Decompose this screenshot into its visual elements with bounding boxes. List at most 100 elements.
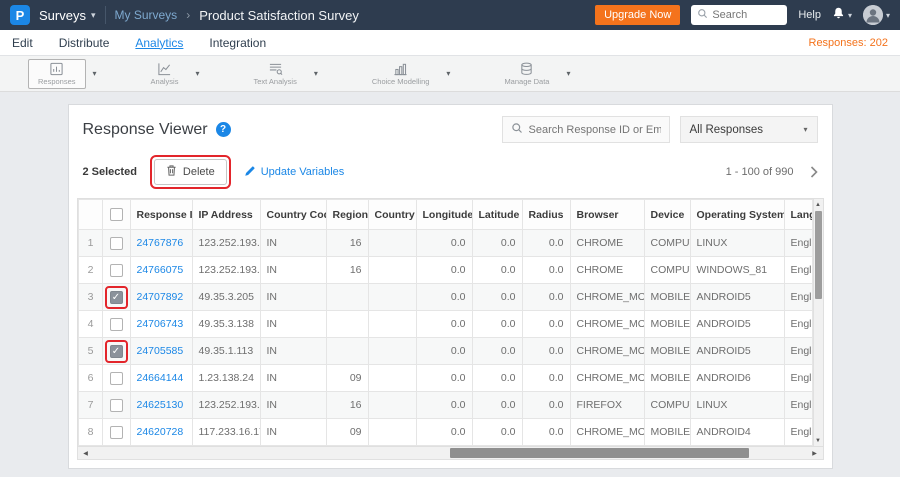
help-icon[interactable]: ?	[215, 122, 231, 137]
row-checkbox[interactable]	[109, 236, 123, 250]
horizontal-scrollbar[interactable]: ◀ ▶	[76, 447, 824, 460]
toolbar-item-choice-modelling[interactable]: Choice Modelling	[362, 59, 451, 89]
selected-count: 2 Selected	[82, 166, 137, 178]
tab-integration[interactable]: Integration	[209, 36, 266, 50]
update-variables-button[interactable]: Update Variables	[244, 165, 344, 180]
text-analysis-icon	[268, 62, 283, 76]
column-header[interactable]: Country Code	[259, 199, 327, 230]
notifications-menu[interactable]	[832, 6, 852, 25]
cell-lon: 0.0	[415, 283, 473, 311]
cell-lang: English	[783, 418, 813, 446]
app-logo[interactable]: P	[10, 5, 30, 25]
toolbar-item-text-analysis[interactable]: Text Analysis	[244, 59, 318, 89]
cell-browser: CHROME_MOBILE	[569, 337, 645, 365]
row-checkbox annotation-highlight[interactable]	[104, 339, 128, 363]
column-header[interactable]: Country	[367, 199, 417, 230]
cell-id[interactable]: 24766075	[129, 256, 193, 284]
help-link[interactable]: Help	[798, 9, 821, 21]
row-checkbox[interactable]	[109, 425, 123, 439]
scroll-down-icon[interactable]: ▼	[814, 435, 823, 446]
responses-filter-dropdown[interactable]: All Responses	[679, 116, 818, 143]
horizontal-scroll-thumb[interactable]	[450, 448, 750, 458]
tab-analytics[interactable]: Analytics	[135, 36, 183, 50]
cell-id[interactable]: 24625130	[129, 391, 193, 419]
table-row: 824620728117.233.16.177IN090.00.00.0CHRO…	[77, 418, 813, 446]
cell-ip: 117.233.16.177	[191, 418, 261, 446]
column-header[interactable]: Browser	[569, 199, 645, 230]
column-header[interactable]: IP Address	[191, 199, 261, 230]
column-header[interactable]: Latitude	[471, 199, 523, 230]
row-checkbox[interactable]	[109, 371, 123, 385]
user-menu[interactable]	[862, 5, 890, 25]
table-row: 4 24706743 49.35.3.138 IN 0.0 0.0 0.0 CHROME_MO…	[77, 310, 813, 338]
breadcrumb-my-surveys[interactable]: My Surveys	[115, 8, 178, 22]
column-header[interactable]: Longitude	[415, 199, 473, 230]
row-checkbox[interactable]	[109, 398, 123, 412]
row-checkbox annotation-highlight[interactable]	[104, 285, 128, 309]
scroll-left-icon[interactable]: ◀	[78, 447, 94, 459]
toolbar-item-analysis[interactable]: Analysis	[141, 59, 200, 89]
global-search-box[interactable]	[691, 5, 788, 25]
row-checkbox[interactable]	[109, 263, 123, 277]
table-row: 6 24664144 1.23.138.24 IN 09 0.0 0.0 0.0 CHROME_…	[77, 364, 813, 392]
toolbar-item-manage-data[interactable]: Manage Data	[494, 59, 570, 89]
select-all-header	[101, 199, 131, 230]
global-search-input[interactable]	[712, 9, 782, 21]
toolbar-item-responses[interactable]: Responses	[28, 58, 97, 89]
table-row: 724625130123.252.193.148IN160.00.00.0FIR…	[77, 391, 813, 419]
cell-browser: CHROME	[569, 256, 645, 284]
column-header[interactable]: Language	[783, 199, 813, 230]
tab-distribute[interactable]: Distribute	[59, 36, 110, 50]
cell-id[interactable]: 24767876	[129, 229, 193, 257]
cell-os: LINUX	[689, 391, 785, 419]
response-search-box[interactable]	[501, 116, 670, 143]
column-header[interactable]: Device	[643, 199, 691, 230]
checkbox-cell	[101, 418, 131, 446]
cell-id[interactable]: 24620728	[129, 418, 193, 446]
scroll-right-icon[interactable]: ▶	[807, 447, 823, 459]
vertical-scroll-track[interactable]	[814, 300, 823, 435]
row-checkbox[interactable]	[109, 317, 123, 331]
response-search-input[interactable]	[528, 123, 661, 136]
cell-device: MOBILE	[643, 283, 691, 311]
column-header[interactable]: Region	[325, 199, 369, 230]
vertical-scrollbar[interactable]: ▲ ▼	[812, 199, 823, 446]
column-header[interactable]: Response ID	[129, 199, 193, 230]
cell-id[interactable]: 24707892	[129, 283, 193, 311]
cell-device: COMPUTER	[643, 256, 691, 284]
cell-lon: 0.0	[415, 310, 473, 338]
table-header-row: Response IDIP AddressCountry CodeRegionC…	[77, 199, 813, 230]
column-header[interactable]: Radius	[521, 199, 571, 230]
upgrade-now-button[interactable]: Upgrade Now	[595, 5, 681, 25]
delete-button[interactable]: Delete	[153, 159, 227, 185]
chevron-down-icon[interactable]	[307, 69, 318, 78]
scroll-up-icon[interactable]: ▲	[814, 199, 823, 210]
cell-os: ANDROID5	[689, 310, 785, 338]
surveys-menu[interactable]: Surveys	[39, 8, 96, 23]
cell-region: 09	[325, 364, 369, 392]
cell-browser: FIREFOX	[569, 391, 645, 419]
cell-radius: 0.0	[521, 256, 571, 284]
chevron-down-icon[interactable]	[188, 69, 199, 78]
chevron-down-icon	[803, 125, 807, 134]
chevron-down-icon[interactable]	[439, 69, 450, 78]
cell-id[interactable]: 24705585	[129, 337, 193, 365]
column-header[interactable]: Operating System	[689, 199, 785, 230]
cell-id[interactable]: 24664144	[129, 364, 193, 392]
cell-id[interactable]: 24706743	[129, 310, 193, 338]
cell-ip: 49.35.3.138	[191, 310, 261, 338]
next-page-button[interactable]	[810, 166, 818, 178]
tab-edit[interactable]: Edit	[12, 36, 33, 50]
row-number: 3	[77, 283, 103, 311]
horizontal-scroll-track[interactable]	[94, 447, 807, 459]
vertical-scroll-thumb[interactable]	[814, 211, 822, 299]
chevron-down-icon[interactable]	[86, 69, 97, 78]
cell-os: ANDROID6	[689, 364, 785, 392]
checkbox-cell	[101, 229, 131, 257]
cell-browser: CHROME_MOBILE	[569, 364, 645, 392]
cell-radius: 0.0	[521, 283, 571, 311]
select-all-checkbox[interactable]	[109, 208, 123, 221]
cell-ip: 123.252.193.148	[191, 256, 261, 284]
cell-cc: IN	[259, 337, 327, 365]
chevron-down-icon[interactable]	[559, 69, 570, 78]
